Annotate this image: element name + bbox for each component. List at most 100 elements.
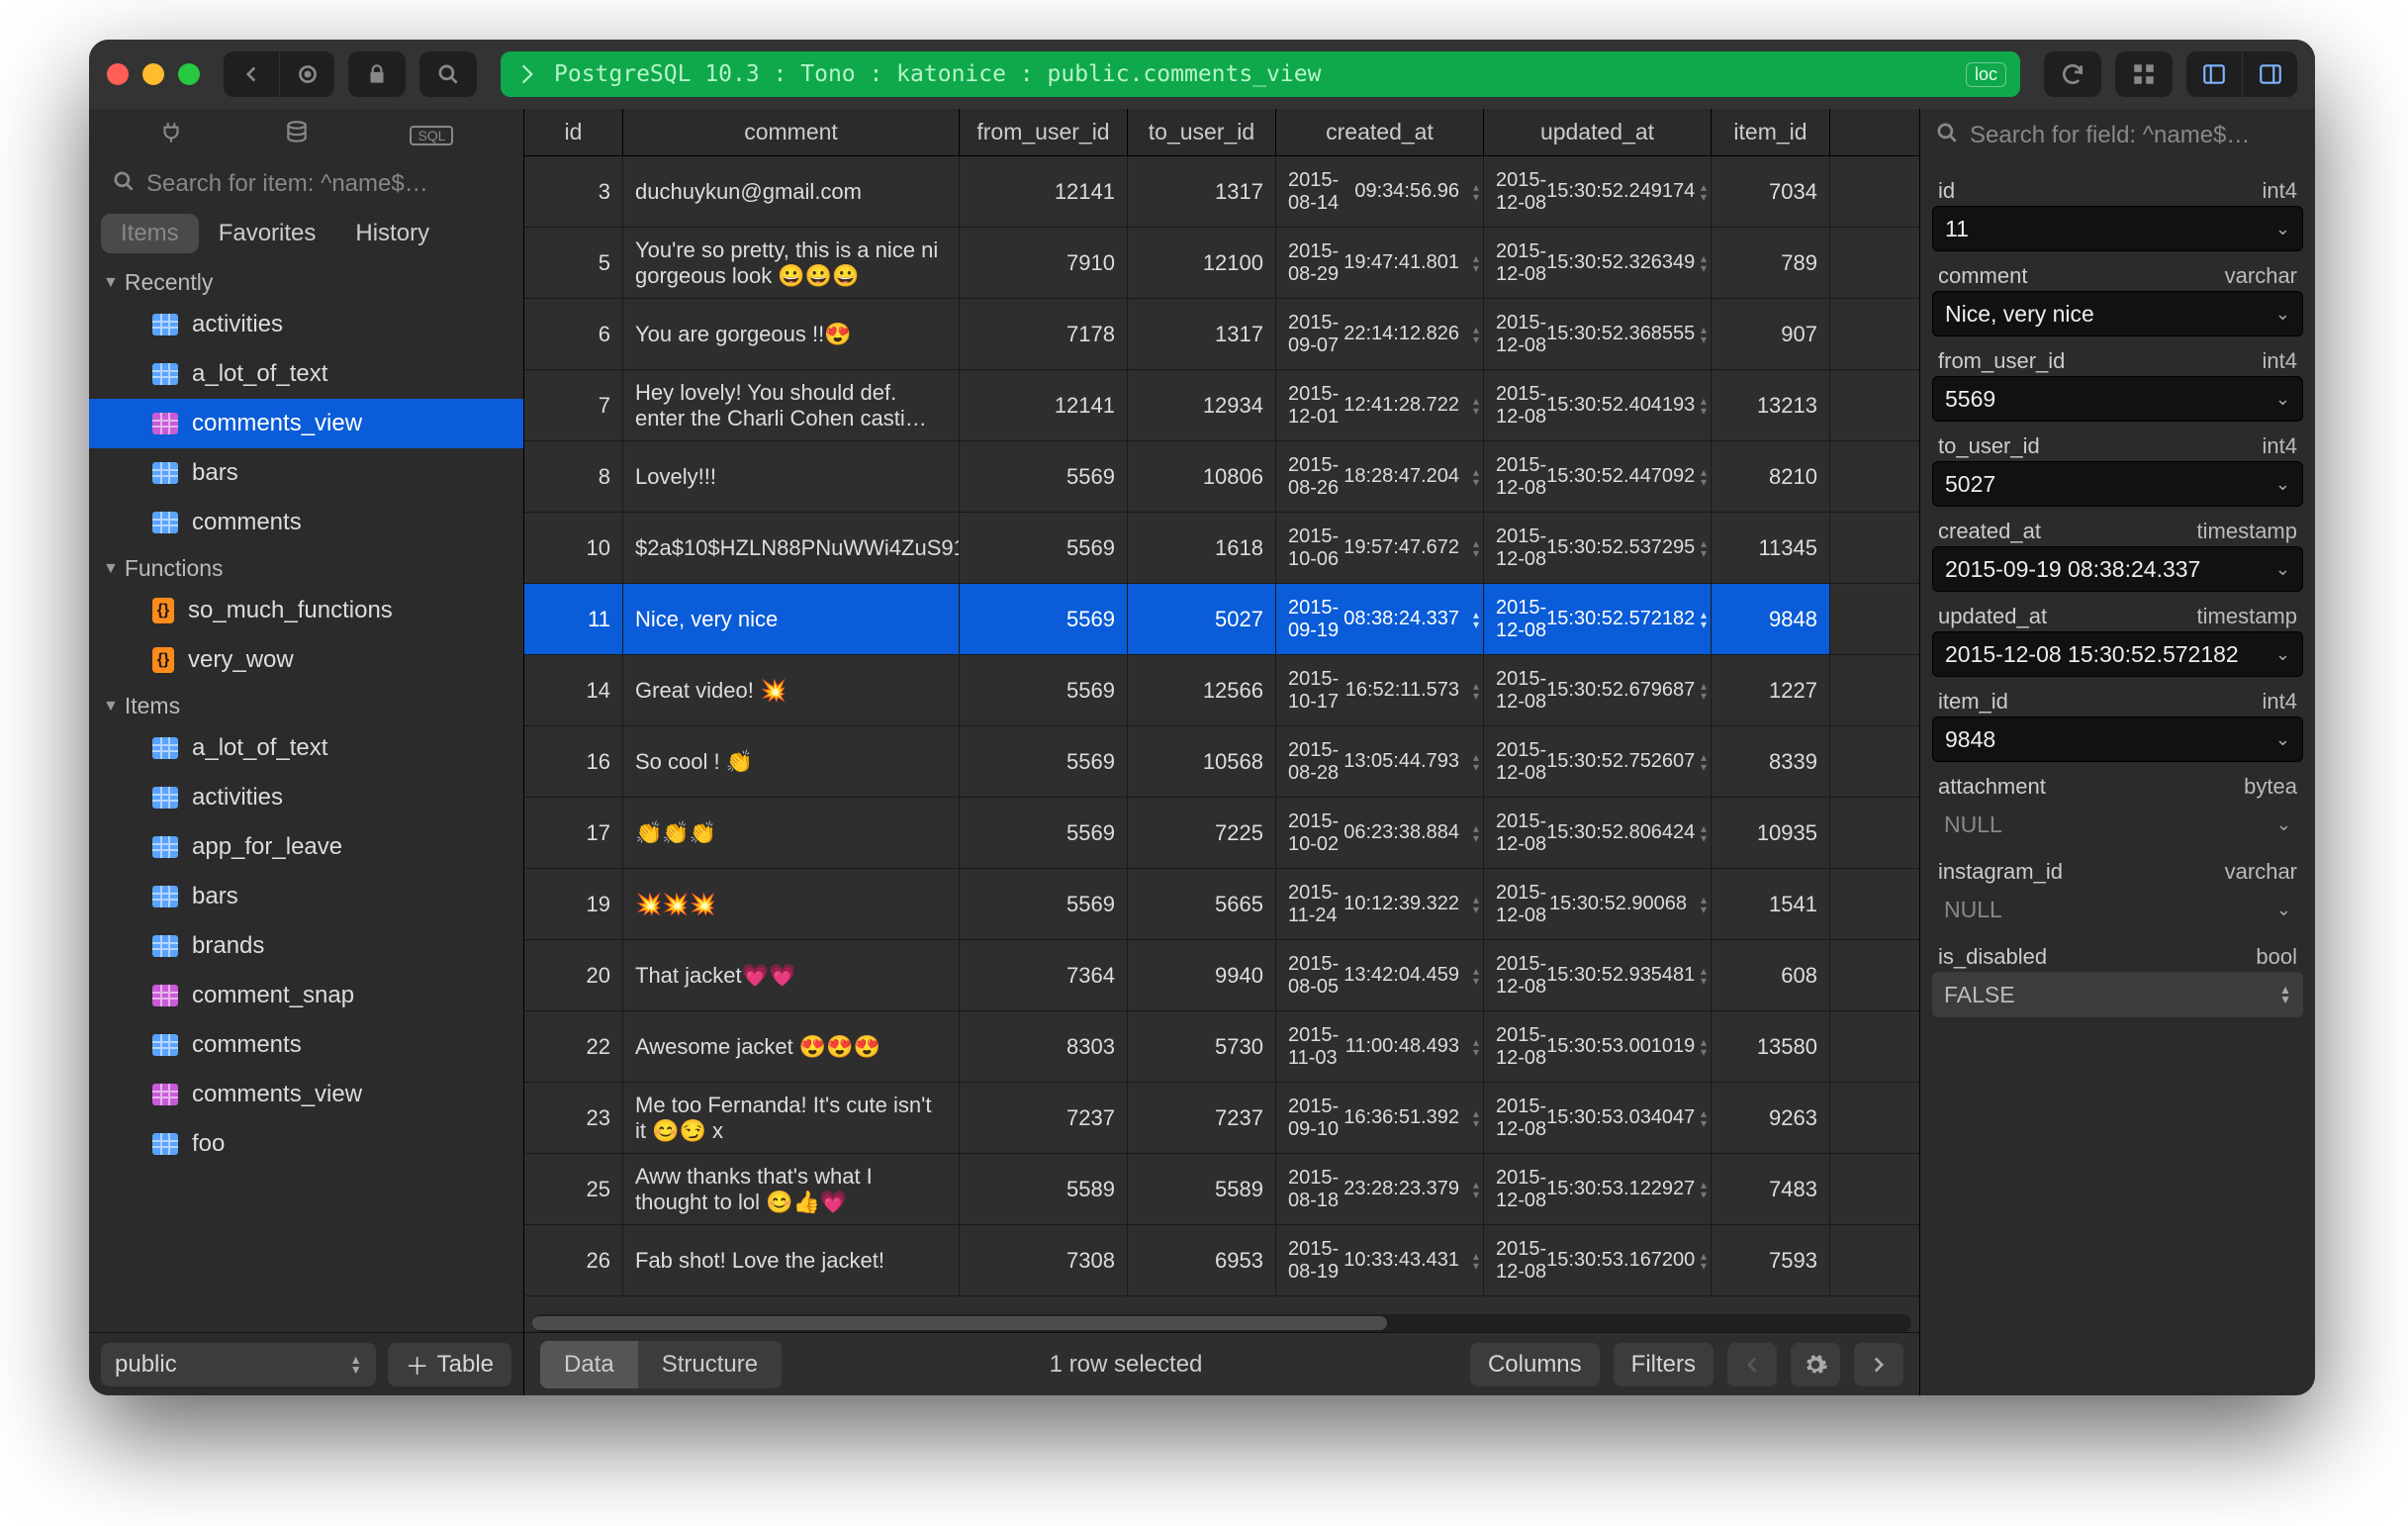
cell-item-id[interactable]: 8339 — [1712, 726, 1830, 797]
cell-to-user-id[interactable]: 6953 — [1128, 1225, 1276, 1295]
cell-to-user-id[interactable]: 7237 — [1128, 1083, 1276, 1153]
cell-created-at[interactable]: 2015-08-2618:28:47.204▴▾ — [1276, 441, 1484, 512]
sidebar-tab-history[interactable]: History — [335, 214, 449, 253]
cell-updated-at[interactable]: 2015-12-0815:30:53.122927▴▾ — [1484, 1154, 1712, 1224]
stepper-icon[interactable]: ▴▾ — [1473, 966, 1479, 986]
cell-id[interactable]: 22 — [524, 1011, 623, 1082]
cell-updated-at[interactable]: 2015-12-0815:30:52.572182▴▾ — [1484, 584, 1712, 654]
cell-id[interactable]: 19 — [524, 869, 623, 939]
cell-comment[interactable]: Fab shot! Love the jacket! — [623, 1225, 960, 1295]
cell-id[interactable]: 14 — [524, 655, 623, 725]
page-next-button[interactable] — [1854, 1343, 1903, 1386]
cell-created-at[interactable]: 2015-09-0722:14:12.826▴▾ — [1276, 299, 1484, 369]
cell-comment[interactable]: duchuykun@gmail.com — [623, 156, 960, 227]
sidebar-item-bars[interactable]: bars — [89, 448, 523, 498]
table-row[interactable]: 23Me too Fernanda! It's cute isn't it 😊😏… — [524, 1083, 1919, 1154]
field-value-input[interactable]: FALSE▲▼ — [1932, 972, 2303, 1017]
stepper-icon[interactable]: ▴▾ — [1701, 182, 1707, 202]
cell-updated-at[interactable]: 2015-12-0815:30:52.935481▴▾ — [1484, 940, 1712, 1010]
stepper-icon[interactable]: ▴▾ — [1473, 752, 1479, 772]
cell-item-id[interactable]: 11345 — [1712, 513, 1830, 583]
sidebar-item-app_for_leave[interactable]: app_for_leave — [89, 822, 523, 872]
stepper-icon[interactable]: ▴▾ — [1701, 396, 1707, 416]
cell-comment[interactable]: 💥💥💥 — [623, 869, 960, 939]
cell-from-user-id[interactable]: 7910 — [960, 228, 1128, 298]
cell-id[interactable]: 3 — [524, 156, 623, 227]
sidebar-group-recently[interactable]: ▼Recently — [89, 261, 523, 300]
table-row[interactable]: 26Fab shot! Love the jacket!730869532015… — [524, 1225, 1919, 1296]
sidebar-tab-favorites[interactable]: Favorites — [199, 214, 336, 253]
sql-icon[interactable]: SQL — [410, 126, 453, 145]
cell-created-at[interactable]: 2015-08-1823:28:23.379▴▾ — [1276, 1154, 1484, 1224]
grid-button[interactable] — [2115, 51, 2173, 97]
cell-to-user-id[interactable]: 1618 — [1128, 513, 1276, 583]
cell-comment[interactable]: Hey lovely! You should def. enter the Ch… — [623, 370, 960, 440]
stepper-icon[interactable]: ▴▾ — [1473, 610, 1479, 629]
cell-created-at[interactable]: 2015-10-0206:23:38.884▴▾ — [1276, 798, 1484, 868]
cell-comment[interactable]: Great video! 💥 — [623, 655, 960, 725]
table-row[interactable]: 25Aww thanks that's what I thought to lo… — [524, 1154, 1919, 1225]
cell-updated-at[interactable]: 2015-12-0815:30:52.326349▴▾ — [1484, 228, 1712, 298]
cell-id[interactable]: 16 — [524, 726, 623, 797]
cell-comment[interactable]: That jacket💗💗 — [623, 940, 960, 1010]
stepper-icon[interactable]: ▴▾ — [1473, 895, 1479, 914]
stepper-icon[interactable]: ▴▾ — [1701, 253, 1707, 273]
cell-from-user-id[interactable]: 5589 — [960, 1154, 1128, 1224]
cell-item-id[interactable]: 9848 — [1712, 584, 1830, 654]
cell-item-id[interactable]: 7034 — [1712, 156, 1830, 227]
cell-updated-at[interactable]: 2015-12-0815:30:52.447092▴▾ — [1484, 441, 1712, 512]
cell-from-user-id[interactable]: 12141 — [960, 156, 1128, 227]
close-window-button[interactable] — [107, 63, 129, 85]
nav-forward-button[interactable] — [279, 51, 334, 97]
stepper-icon[interactable]: ▴▾ — [1701, 538, 1707, 558]
field-value-input[interactable]: 5569⌄ — [1932, 376, 2303, 422]
stepper-icon[interactable]: ▴▾ — [1701, 1037, 1707, 1057]
settings-gear-button[interactable] — [1791, 1343, 1840, 1386]
cell-from-user-id[interactable]: 5569 — [960, 869, 1128, 939]
filters-button[interactable]: Filters — [1614, 1343, 1713, 1386]
sidebar-item-comments_view[interactable]: comments_view — [89, 399, 523, 448]
stepper-icon[interactable]: ▴▾ — [1473, 538, 1479, 558]
cell-from-user-id[interactable]: 5569 — [960, 584, 1128, 654]
cell-id[interactable]: 25 — [524, 1154, 623, 1224]
table-row[interactable]: 10$2a$10$HZLN88PNuWWi4ZuS91lb8dR98ljt0kb… — [524, 513, 1919, 584]
column-header-comment[interactable]: comment — [623, 109, 960, 155]
cell-id[interactable]: 5 — [524, 228, 623, 298]
lock-button[interactable] — [348, 51, 406, 97]
field-value-input[interactable]: 9848⌄ — [1932, 716, 2303, 762]
sidebar-group-items[interactable]: ▼Items — [89, 685, 523, 723]
cell-to-user-id[interactable]: 5027 — [1128, 584, 1276, 654]
scrollbar-thumb[interactable] — [532, 1316, 1387, 1330]
nav-back-button[interactable] — [224, 51, 279, 97]
page-prev-button[interactable] — [1727, 1343, 1777, 1386]
cell-comment[interactable]: Awesome jacket 😍😍😍 — [623, 1011, 960, 1082]
cell-updated-at[interactable]: 2015-12-0815:30:53.001019▴▾ — [1484, 1011, 1712, 1082]
field-value-input[interactable]: NULL⌄ — [1932, 802, 2303, 847]
column-header-item_id[interactable]: item_id — [1712, 109, 1830, 155]
cell-comment[interactable]: Lovely!!! — [623, 441, 960, 512]
cell-updated-at[interactable]: 2015-12-0815:30:52.679687▴▾ — [1484, 655, 1712, 725]
column-header-id[interactable]: id — [524, 109, 623, 155]
cell-updated-at[interactable]: 2015-12-0815:30:52.537295▴▾ — [1484, 513, 1712, 583]
cell-updated-at[interactable]: 2015-12-0815:30:52.90068▴▾ — [1484, 869, 1712, 939]
stepper-icon[interactable]: ▴▾ — [1701, 1180, 1707, 1199]
stepper-icon[interactable]: ▴▾ — [1701, 823, 1707, 843]
table-row[interactable]: 8Lovely!!!5569108062015-08-2618:28:47.20… — [524, 441, 1919, 513]
cell-created-at[interactable]: 2015-12-0112:41:28.722▴▾ — [1276, 370, 1484, 440]
cell-to-user-id[interactable]: 12566 — [1128, 655, 1276, 725]
cell-created-at[interactable]: 2015-11-0311:00:48.493▴▾ — [1276, 1011, 1484, 1082]
cell-to-user-id[interactable]: 12934 — [1128, 370, 1276, 440]
cell-to-user-id[interactable]: 7225 — [1128, 798, 1276, 868]
cell-comment[interactable]: You are gorgeous !!😍 — [623, 299, 960, 369]
toggle-right-panel-button[interactable] — [2242, 51, 2297, 97]
cell-to-user-id[interactable]: 5589 — [1128, 1154, 1276, 1224]
cell-created-at[interactable]: 2015-08-1910:33:43.431▴▾ — [1276, 1225, 1484, 1295]
cell-comment[interactable]: Me too Fernanda! It's cute isn't it 😊😏 x — [623, 1083, 960, 1153]
sidebar-item-comment_snap[interactable]: comment_snap — [89, 971, 523, 1020]
stepper-icon[interactable]: ▴▾ — [1701, 966, 1707, 986]
cell-comment[interactable]: So cool ! 👏 — [623, 726, 960, 797]
cell-to-user-id[interactable]: 5665 — [1128, 869, 1276, 939]
cell-from-user-id[interactable]: 7237 — [960, 1083, 1128, 1153]
plug-icon[interactable] — [158, 120, 184, 152]
stepper-icon[interactable]: ▴▾ — [1701, 1251, 1707, 1271]
